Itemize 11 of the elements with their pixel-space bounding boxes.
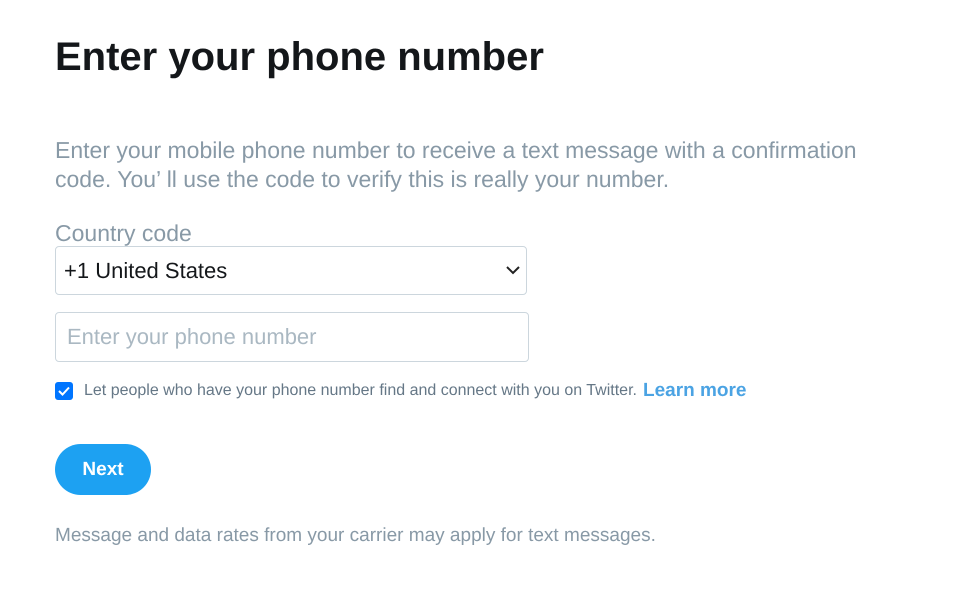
learn-more-link[interactable]: Learn more xyxy=(642,380,746,402)
discoverable-checkbox[interactable] xyxy=(55,382,73,400)
next-button[interactable]: Next xyxy=(55,444,151,495)
country-code-select[interactable]: +1 United States xyxy=(55,246,527,295)
chevron-down-icon xyxy=(506,266,520,275)
country-code-label: Country code xyxy=(55,220,193,246)
discoverable-label: Let people who have your phone number find and connect with you on Twitter. xyxy=(84,382,637,400)
footer-note: Message and data rates from your carrier may apply for text messages. xyxy=(55,525,657,547)
page-title: Enter your phone number xyxy=(55,34,545,81)
description-text: Enter your mobile phone number to receive a text message with a confirmation code. You’ ll use the code to verify this is really your number. xyxy=(55,136,858,194)
phone-input-field[interactable]: Enter your phone number xyxy=(55,312,529,362)
